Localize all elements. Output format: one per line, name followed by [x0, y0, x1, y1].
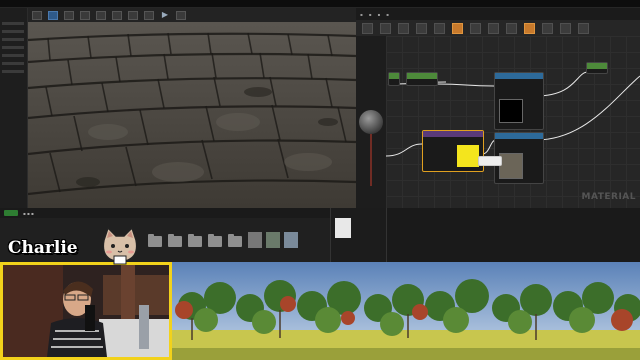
cinematics-icon[interactable]	[128, 10, 138, 20]
material-preview-panel[interactable]	[356, 36, 386, 208]
panel-item[interactable]	[2, 70, 24, 73]
folder-icon[interactable]	[188, 234, 202, 247]
constant-node[interactable]	[388, 72, 400, 86]
add-button[interactable]	[4, 210, 18, 216]
place-actors-panel	[0, 8, 28, 208]
multiply-node[interactable]	[586, 62, 608, 74]
stream-layout: ▶ ▪ ▪ ▪ ▪ MATERIAL ▪ ▪ ▪ Charlie	[0, 0, 640, 360]
build-icon[interactable]	[144, 10, 154, 20]
save-icon[interactable]	[32, 10, 42, 20]
level-viewport[interactable]	[28, 22, 356, 208]
streamer-camera	[3, 265, 169, 357]
source-control-icon[interactable]	[48, 10, 58, 20]
forest-scene	[172, 262, 640, 360]
stats-panel	[386, 208, 640, 262]
folder-icon[interactable]	[208, 234, 222, 247]
streamer-name: Charlie	[8, 238, 78, 258]
hide-unrelated-icon[interactable]	[542, 22, 553, 34]
live-preview-icon[interactable]	[488, 22, 499, 34]
folder-icon[interactable]	[228, 234, 242, 247]
blueprints-icon[interactable]	[112, 10, 122, 20]
preview-sphere	[359, 110, 383, 186]
folder-icon[interactable]	[168, 234, 182, 247]
content-icon[interactable]	[64, 10, 74, 20]
breadcrumb: ▪ ▪ ▪	[23, 210, 34, 216]
texture-sample-node-1[interactable]	[494, 72, 544, 130]
home-icon[interactable]	[434, 22, 445, 34]
menu-item[interactable]: ▪	[386, 12, 389, 17]
tooltip	[478, 156, 502, 166]
launch-icon[interactable]	[176, 10, 186, 20]
apply-icon[interactable]	[398, 22, 409, 34]
marketplace-icon[interactable]	[80, 10, 90, 20]
bump-offset-node[interactable]	[422, 130, 484, 172]
asset-thumbnail[interactable]	[248, 232, 262, 248]
clean-up-icon[interactable]	[452, 22, 463, 34]
material-graph-canvas[interactable]: MATERIAL	[386, 36, 640, 208]
menu-item[interactable]: ▪	[360, 12, 363, 17]
asset-thumbnail[interactable]	[284, 232, 298, 248]
details-panel	[330, 208, 386, 262]
stats-icon[interactable]	[560, 22, 571, 34]
content-browser-bar: ▪ ▪ ▪	[0, 208, 330, 218]
webcam-overlay	[0, 262, 172, 360]
panel-item[interactable]	[2, 30, 24, 33]
search-icon[interactable]	[416, 22, 427, 34]
material-editor-menu: ▪ ▪ ▪ ▪	[356, 8, 640, 20]
settings-icon[interactable]	[96, 10, 106, 20]
material-watermark: MATERIAL	[581, 192, 636, 202]
thumbnail	[335, 218, 351, 238]
cobblestone-floor	[28, 22, 356, 208]
folder-icon[interactable]	[148, 234, 162, 247]
browse-icon[interactable]	[380, 22, 391, 34]
menu-item[interactable]: ▪	[377, 12, 380, 17]
material-editor-toolbar	[356, 20, 640, 36]
connectors-icon[interactable]	[470, 22, 481, 34]
preview-swatch	[457, 145, 479, 167]
play-icon[interactable]: ▶	[160, 10, 170, 20]
live-update-icon[interactable]	[524, 22, 535, 34]
asset-thumbnail[interactable]	[266, 232, 280, 248]
live-nodes-icon[interactable]	[506, 22, 517, 34]
panel-item[interactable]	[2, 62, 24, 65]
panel-item[interactable]	[2, 46, 24, 49]
menu-item[interactable]: ▪	[369, 12, 372, 17]
platform-stats-icon[interactable]	[578, 22, 589, 34]
cat-mascot-icon	[98, 226, 142, 266]
panel-item[interactable]	[2, 38, 24, 41]
panel-item[interactable]	[2, 22, 24, 25]
scale-node[interactable]	[406, 72, 438, 86]
save-icon[interactable]	[362, 22, 373, 34]
window-title-bar	[0, 0, 640, 8]
level-editor-toolbar: ▶	[28, 8, 356, 22]
forest-preview	[172, 262, 640, 360]
panel-item[interactable]	[2, 54, 24, 57]
